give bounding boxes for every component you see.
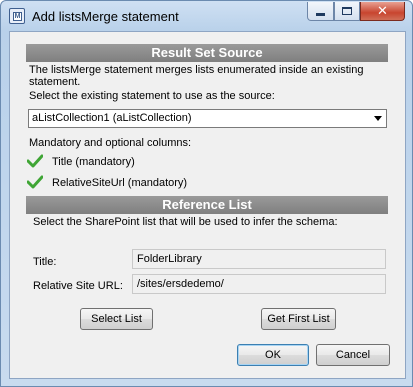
title-label: Title:	[33, 256, 57, 268]
title-field[interactable]: FolderLibrary	[132, 249, 386, 269]
get-first-list-button[interactable]: Get First List	[261, 308, 336, 330]
column-item-title: Title (mandatory)	[52, 156, 135, 168]
minimize-icon	[316, 12, 325, 16]
title-bar[interactable]: M Add listsMerge statement ✕	[1, 1, 412, 31]
relative-site-url-field[interactable]: /sites/ersdedemo/	[132, 274, 386, 294]
close-icon: ✕	[377, 3, 388, 18]
reference-list-label: Select the SharePoint list that will be …	[33, 216, 338, 228]
column-item-relative-site-url: RelativeSiteUrl (mandatory)	[52, 177, 188, 189]
section-header-reference-list: Reference List	[26, 196, 388, 214]
select-statement-label: Select the existing statement to use as …	[29, 90, 275, 102]
relative-site-url-label: Relative Site URL:	[33, 280, 123, 292]
select-list-button[interactable]: Select List	[80, 308, 153, 330]
window-title: Add listsMerge statement	[32, 9, 179, 24]
app-icon: M	[9, 8, 25, 24]
chevron-down-icon[interactable]	[374, 116, 382, 121]
source-statement-dropdown[interactable]: aListCollection1 (aListCollection)	[28, 109, 387, 128]
columns-label: Mandatory and optional columns:	[29, 137, 192, 149]
description-line-1: The listsMerge statement merges lists en…	[29, 64, 364, 76]
dialog-body: Result Set Source The listsMerge stateme…	[9, 31, 406, 379]
cancel-button[interactable]: Cancel	[316, 344, 390, 366]
close-button[interactable]: ✕	[360, 2, 405, 21]
maximize-icon	[342, 7, 352, 15]
minimize-button[interactable]	[307, 2, 334, 21]
app-icon-letter: M	[13, 12, 22, 21]
description-line-2: statement.	[29, 76, 81, 88]
section-header-result-set-source: Result Set Source	[26, 44, 388, 62]
checkmark-icon	[27, 154, 43, 168]
checkmark-icon	[27, 175, 43, 189]
maximize-button[interactable]	[334, 2, 360, 21]
dialog-window: M Add listsMerge statement ✕ Result Set …	[0, 0, 413, 387]
selected-statement: aListCollection1 (aListCollection)	[32, 112, 192, 124]
ok-button[interactable]: OK	[237, 344, 309, 366]
